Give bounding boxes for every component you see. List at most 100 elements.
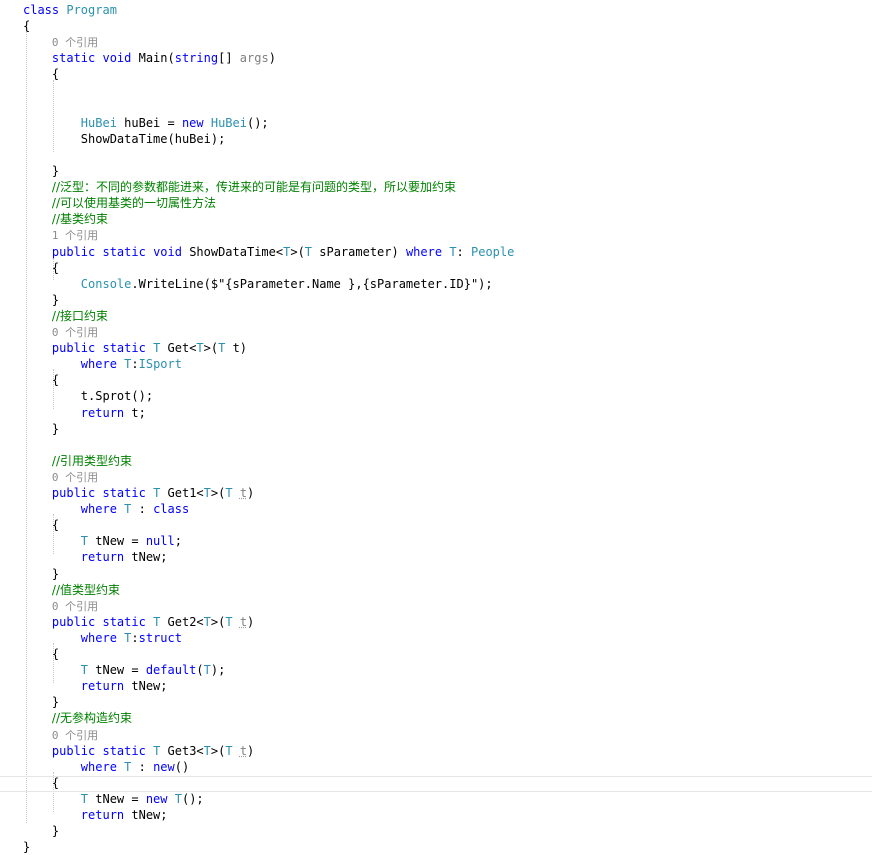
code-line[interactable]: return tNew;	[23, 549, 168, 565]
code-line[interactable]: }	[23, 421, 59, 437]
code-token: T	[196, 341, 204, 356]
code-token: new	[181, 115, 211, 130]
code-token: :	[131, 630, 139, 645]
code-line[interactable]: {	[23, 18, 30, 34]
code-line[interactable]: {	[23, 66, 59, 82]
code-line[interactable]: {	[23, 517, 59, 533]
code-token: Main(	[138, 51, 175, 66]
code-token: return	[80, 679, 132, 694]
code-line[interactable]: public static T Get3<T>(T t)	[23, 743, 254, 759]
code-token: }	[23, 840, 31, 855]
code-line[interactable]: //泛型：不同的参数都能进来，传进来的可能是有问题的类型，所以要加约束	[23, 179, 456, 195]
code-line[interactable]: {	[23, 372, 59, 388]
code-token: static	[102, 614, 154, 629]
code-line[interactable]: 0 个引用	[23, 598, 98, 614]
codelens-references[interactable]: 0 个引用	[52, 600, 98, 613]
code-token: tNew =	[88, 663, 146, 678]
code-line[interactable]: }	[23, 163, 59, 179]
code-token: Get<	[160, 341, 197, 356]
code-line[interactable]: //可以使用基类的一切属性方法	[23, 195, 216, 211]
code-token: t;	[131, 405, 146, 420]
code-line[interactable]: class Program	[23, 2, 117, 18]
code-comment: //引用类型约束	[51, 453, 132, 468]
codelens-references[interactable]: 0 个引用	[52, 36, 98, 49]
code-line[interactable]: }	[23, 694, 59, 710]
code-line[interactable]: public static T Get<T>(T t)	[23, 340, 247, 356]
code-line[interactable]: 1 个引用	[23, 227, 98, 243]
code-token: {	[23, 19, 31, 34]
code-token: huBei =	[116, 115, 182, 130]
code-line[interactable]: static void Main(string[] args)	[23, 50, 276, 66]
code-token: T	[203, 486, 211, 500]
code-line[interactable]: where T:struct	[23, 630, 182, 646]
code-line[interactable]: ShowDataTime(huBei);	[23, 131, 226, 147]
code-line[interactable]: //接口约束	[23, 308, 108, 324]
code-line[interactable]: }	[23, 292, 59, 308]
code-token: Get2<	[160, 614, 204, 629]
code-line[interactable]: 0 个引用	[23, 324, 98, 340]
code-line[interactable]: T tNew = null;	[23, 533, 182, 549]
code-line[interactable]: //引用类型约束	[23, 453, 132, 469]
code-token: )	[247, 614, 255, 629]
code-line[interactable]: {	[23, 646, 59, 662]
code-line[interactable]: }	[23, 823, 59, 839]
code-token: }	[23, 695, 60, 710]
code-line[interactable]: T tNew = default(T);	[23, 662, 226, 678]
code-token: public	[51, 486, 103, 500]
code-token: ();	[181, 791, 204, 806]
code-token: (	[196, 663, 204, 678]
code-token: Program	[66, 3, 117, 17]
code-line[interactable]: }	[23, 566, 59, 582]
codelens-references[interactable]: 1 个引用	[52, 229, 98, 242]
code-token: {	[23, 260, 60, 275]
code-line[interactable]: return tNew;	[23, 678, 168, 694]
code-line[interactable]: //值类型约束	[23, 582, 120, 598]
code-token: t	[239, 614, 248, 629]
code-token: >(	[290, 244, 305, 259]
code-line[interactable]: public static T Get2<T>(T t)	[23, 614, 254, 630]
code-token: t	[239, 486, 248, 500]
codelens-references[interactable]: 0 个引用	[52, 729, 98, 742]
codelens-references[interactable]: 0 个引用	[52, 471, 98, 484]
code-line[interactable]: where T : class	[23, 501, 189, 517]
code-line[interactable]: 0 个引用	[23, 34, 98, 50]
code-token: where	[80, 759, 125, 774]
code-comment: //泛型：不同的参数都能进来，传进来的可能是有问题的类型，所以要加约束	[51, 180, 456, 195]
code-token: >(	[203, 341, 219, 356]
code-token: static	[102, 486, 154, 500]
code-line[interactable]: 0 个引用	[23, 727, 98, 743]
code-token: T	[304, 244, 313, 259]
code-line[interactable]: return t;	[23, 405, 146, 421]
code-token: where	[80, 630, 125, 645]
code-token: {	[23, 373, 60, 388]
code-token: )	[247, 486, 255, 500]
code-line[interactable]: Console.WriteLine($"{sParameter.Name },{…	[23, 276, 493, 292]
code-line[interactable]: {	[23, 260, 59, 276]
code-line[interactable]: }	[23, 839, 30, 855]
code-line[interactable]: t.Sprot();	[23, 388, 153, 404]
code-line[interactable]: {	[23, 775, 59, 791]
code-line[interactable]: public static void ShowDataTime<T>(T sPa…	[23, 244, 514, 260]
code-token: T	[225, 486, 233, 500]
code-token: ;	[174, 534, 182, 549]
code-line[interactable]: HuBei huBei = new HuBei();	[23, 115, 269, 131]
code-line[interactable]: where T:ISport	[23, 356, 182, 372]
code-line[interactable]: //基类约束	[23, 211, 108, 227]
code-line[interactable]: T tNew = new T();	[23, 791, 204, 807]
code-line[interactable]: return tNew;	[23, 807, 168, 823]
code-token: {	[23, 647, 60, 661]
code-line[interactable]: //无参构造约束	[23, 710, 132, 726]
code-line[interactable]: public static T Get1<T>(T t)	[23, 485, 254, 501]
code-line[interactable]: 0 个引用	[23, 469, 98, 485]
codelens-references[interactable]: 0 个引用	[52, 326, 98, 339]
code-token: ShowDataTime(huBei);	[23, 131, 226, 146]
code-line[interactable]: where T : new()	[23, 759, 189, 775]
code-editor[interactable]: class Program{ 0 个引用 static void Main(st…	[0, 0, 872, 854]
